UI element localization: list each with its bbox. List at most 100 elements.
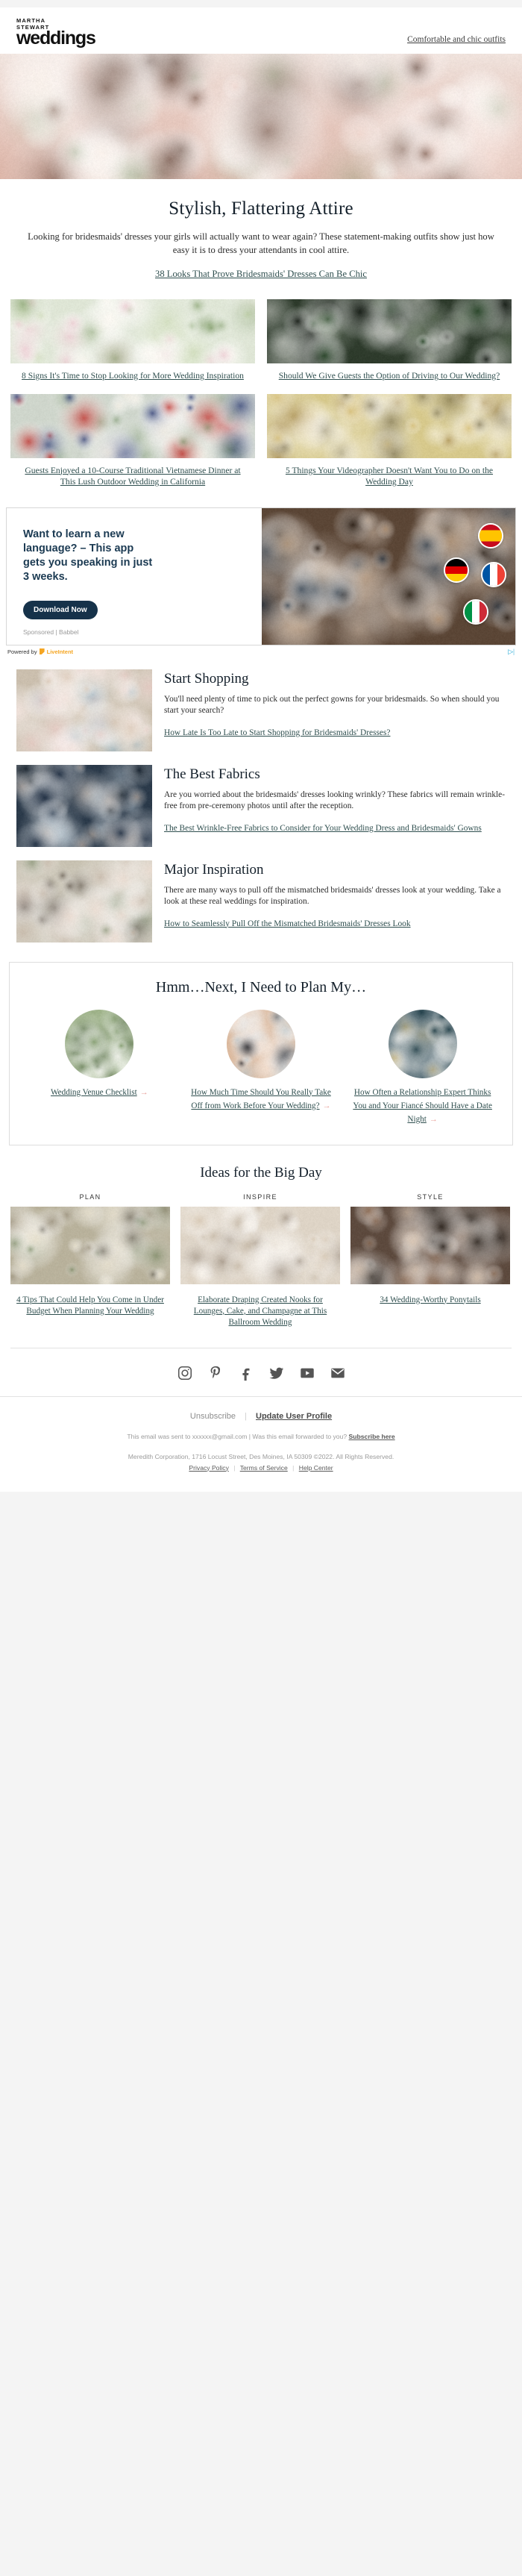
update-profile-link[interactable]: Update User Profile [256, 1412, 332, 1421]
article-caption-1[interactable]: Should We Give Guests the Option of Driv… [267, 363, 512, 382]
legal-separator: | [289, 1464, 297, 1472]
ad-creative [262, 508, 515, 645]
footer: Unsubscribe | Update User Profile This e… [0, 1397, 522, 1492]
post-footer-spacer [0, 1492, 522, 1504]
plan-link-2[interactable]: How Often a Relationship Expert Thinks Y… [353, 1088, 492, 1124]
idea-thumb-1[interactable] [180, 1275, 340, 1287]
ad-footer: Powered by LiveIntent ▷| [6, 645, 516, 656]
feature-title-2: Major Inspiration [164, 862, 506, 878]
plan-title: Hmm…Next, I Need to Plan My… [19, 979, 503, 996]
article-card[interactable]: 5 Things Your Videographer Doesn't Want … [267, 394, 512, 488]
feature-row-major-inspiration: Major Inspiration There are many ways to… [0, 847, 522, 942]
plan-item[interactable]: Wedding Venue Checklist → [28, 1010, 170, 1125]
plan-link-1[interactable]: How Much Time Should You Really Take Off… [191, 1088, 331, 1110]
privacy-policy-link[interactable]: Privacy Policy [189, 1464, 228, 1472]
ad-network-name: LiveIntent [47, 648, 73, 655]
article-caption-2[interactable]: Guests Enjoyed a 10-Course Traditional V… [10, 458, 255, 488]
ad-powered-by: Powered by LiveIntent [7, 648, 73, 655]
france-flag-icon [481, 562, 506, 587]
ad-headline: Want to learn a new language? – This app… [23, 528, 157, 584]
pinterest-icon[interactable] [207, 1365, 224, 1381]
youtube-icon[interactable] [299, 1365, 315, 1381]
article-grid-row: Guests Enjoyed a 10-Course Traditional V… [10, 394, 512, 488]
plan-item[interactable]: How Often a Relationship Expert Thinks Y… [352, 1010, 494, 1125]
feature-thumb-0[interactable] [16, 669, 152, 751]
intro-cta-link[interactable]: 38 Looks That Prove Bridesmaids' Dresses… [22, 269, 500, 280]
idea-caption-1[interactable]: Elaborate Draping Created Nooks for Loun… [180, 1288, 340, 1328]
plan-avatar-date-night [389, 1010, 457, 1078]
legal-separator: | [230, 1464, 238, 1472]
article-card[interactable]: Guests Enjoyed a 10-Course Traditional V… [10, 394, 255, 488]
facebook-icon[interactable] [238, 1365, 254, 1381]
feature-image-bridesmaids-navy [16, 765, 152, 847]
adchoices-icon[interactable]: ▷| [508, 648, 515, 656]
plan-avatar-venue [65, 1010, 133, 1078]
idea-thumb-2[interactable] [350, 1275, 510, 1287]
unsubscribe-label[interactable]: Unsubscribe [190, 1412, 236, 1421]
terms-of-service-link[interactable]: Terms of Service [240, 1464, 288, 1472]
subscribe-here-link[interactable]: Subscribe here [349, 1433, 395, 1440]
feature-thumb-1[interactable] [16, 765, 152, 847]
feature-link-0[interactable]: How Late Is Too Late to Start Shopping f… [164, 728, 390, 737]
instagram-icon[interactable] [177, 1365, 193, 1381]
article-thumb-1[interactable] [267, 299, 512, 363]
footer-primary-links: Unsubscribe | Update User Profile [15, 1412, 507, 1421]
copyright-text: Meredith Corporation, 1716 Locust Street… [15, 1451, 507, 1463]
plan-section: Hmm…Next, I Need to Plan My… Wedding Ven… [0, 942, 522, 1145]
idea-image-draped-ballroom [180, 1275, 340, 1284]
article-thumb-2[interactable] [10, 394, 255, 458]
feature-text-2: Major Inspiration There are many ways to… [164, 860, 506, 931]
feature-link-2[interactable]: How to Seamlessly Pull Off the Mismatche… [164, 919, 411, 928]
feature-row-best-fabrics: The Best Fabrics Are you worried about t… [0, 751, 522, 847]
idea-caption-2[interactable]: 34 Wedding-Worthy Ponytails [350, 1288, 510, 1306]
help-center-link[interactable]: Help Center [299, 1464, 333, 1472]
plan-items: Wedding Venue Checklist → How Much Time … [19, 1010, 503, 1125]
article-thumb-3[interactable] [267, 394, 512, 458]
arrow-right-icon: → [430, 1115, 438, 1124]
feature-row-start-shopping: Start Shopping You'll need plenty of tim… [0, 656, 522, 751]
masthead-teaser-link[interactable]: Comfortable and chic outfits [407, 35, 506, 46]
ad-unit-babbel[interactable]: Want to learn a new language? – This app… [6, 507, 516, 645]
article-image-vietnamese-wedding [10, 394, 255, 458]
plan-item[interactable]: How Much Time Should You Really Take Off… [190, 1010, 332, 1125]
ideas-title: Ideas for the Big Day [10, 1165, 512, 1181]
feature-thumb-2[interactable] [16, 860, 152, 942]
intro-section: Stylish, Flattering Attire Looking for b… [0, 179, 522, 283]
legal-links: Privacy Policy | Terms of Service | Help… [15, 1463, 507, 1474]
footer-separator: | [238, 1412, 254, 1421]
arrow-right-icon: → [323, 1101, 331, 1110]
idea-image-reception-table [10, 1275, 170, 1284]
article-card[interactable]: 8 Signs It's Time to Stop Looking for Mo… [10, 299, 255, 382]
idea-column-inspire[interactable]: INSPIRE Elaborate Draping Created Nooks … [180, 1193, 340, 1328]
plan-avatar-time-off [227, 1010, 295, 1078]
plan-link-0[interactable]: Wedding Venue Checklist [51, 1088, 137, 1097]
brand-logo[interactable]: MARTHA STEWART weddings [16, 18, 95, 46]
article-card[interactable]: Should We Give Guests the Option of Driv… [267, 299, 512, 382]
idea-thumb-0[interactable] [10, 1275, 170, 1287]
liveintent-logo-icon [40, 648, 45, 654]
idea-kicker-0: PLAN [10, 1193, 170, 1201]
feature-image-mismatched-dresses [16, 860, 152, 942]
ad-copy: Want to learn a new language? – This app… [7, 508, 262, 645]
article-grid-row: 8 Signs It's Time to Stop Looking for Mo… [10, 299, 512, 382]
logo-wordmark: weddings [16, 30, 95, 46]
email-icon[interactable] [330, 1365, 346, 1381]
idea-kicker-2: STYLE [350, 1193, 510, 1201]
feature-body-0: You'll need plenty of time to pick out t… [164, 694, 506, 717]
feature-link-1[interactable]: The Best Wrinkle-Free Fabrics to Conside… [164, 824, 482, 833]
italy-flag-icon [463, 599, 488, 625]
arrow-right-icon: → [140, 1088, 148, 1097]
germany-flag-icon [444, 557, 469, 583]
idea-column-style[interactable]: STYLE 34 Wedding-Worthy Ponytails [350, 1193, 510, 1328]
idea-caption-0[interactable]: 4 Tips That Could Help You Come in Under… [10, 1288, 170, 1317]
feature-title-1: The Best Fabrics [164, 766, 506, 783]
idea-column-plan[interactable]: PLAN 4 Tips That Could Help You Come in … [10, 1193, 170, 1328]
twitter-icon[interactable] [268, 1365, 285, 1381]
spain-flag-icon [478, 523, 503, 548]
ad-download-button[interactable]: Download Now [23, 601, 98, 619]
hero-image[interactable] [0, 54, 522, 179]
article-caption-0[interactable]: 8 Signs It's Time to Stop Looking for Mo… [10, 363, 255, 382]
article-thumb-0[interactable] [10, 299, 255, 363]
intro-body: Looking for bridesmaids' dresses your gi… [22, 230, 500, 257]
article-caption-3[interactable]: 5 Things Your Videographer Doesn't Want … [267, 458, 512, 488]
